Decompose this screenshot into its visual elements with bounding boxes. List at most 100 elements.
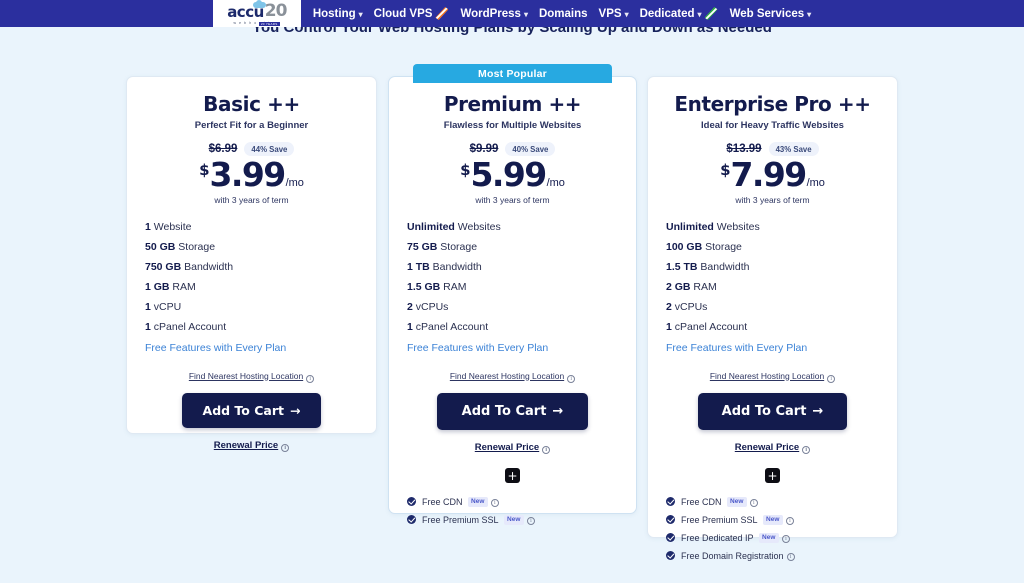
plan-name: Enterprise Pro ++ <box>674 92 871 116</box>
feature-list: Unlimited Websites 100 GB Storage 1.5 TB… <box>666 221 879 354</box>
find-nearest-location-label[interactable]: Find Nearest Hosting Location <box>189 371 303 381</box>
info-icon[interactable]: i <box>542 445 551 454</box>
check-icon <box>666 551 675 561</box>
old-price: $6.99 <box>208 143 238 155</box>
feature-item: 1 cPanel Account <box>145 321 227 334</box>
add-to-cart-button[interactable]: Add To Cart → <box>697 392 848 430</box>
info-icon[interactable]: i <box>490 498 499 507</box>
add-to-cart-label: Add To Cart <box>202 402 284 418</box>
feature-list: 1 Website 50 GB Storage 750 GB Bandwidth… <box>145 221 358 354</box>
feature-item: 1.5 GB RAM <box>407 281 467 294</box>
nav-item-label: Dedicated <box>639 7 695 20</box>
info-icon[interactable]: i <box>786 552 795 561</box>
add-to-cart-button[interactable]: Add To Cart → <box>181 392 322 428</box>
price-term: with 3 years of term <box>214 195 289 205</box>
save-badge: 44% Save <box>244 142 295 156</box>
nav-item-label: Cloud VPS <box>373 7 433 20</box>
feature-item: Unlimited Websites <box>407 221 501 233</box>
expand-features-button[interactable]: + <box>765 468 780 484</box>
nav-item-label: Hosting <box>312 7 356 20</box>
feature-item: 1 GB RAM <box>145 281 196 294</box>
price-amount: 7.99 <box>730 155 808 194</box>
currency-symbol: $ <box>199 161 210 179</box>
find-nearest-location[interactable]: Find Nearest Hosting Location i <box>145 371 358 383</box>
add-to-cart-label: Add To Cart <box>721 403 807 419</box>
nav-item-label: Web Services <box>729 7 805 20</box>
info-icon[interactable]: i <box>281 443 290 452</box>
info-icon[interactable]: i <box>785 516 794 525</box>
chevron-down-icon: ▾ <box>358 10 363 19</box>
info-icon[interactable]: i <box>802 445 811 454</box>
renewal-price-label[interactable]: Renewal Price <box>214 440 278 451</box>
plan-tagline: Flawless for Multiple Websites <box>443 120 582 131</box>
info-icon[interactable]: i <box>827 374 836 383</box>
expand-features-button[interactable]: + <box>505 468 520 484</box>
site-logo[interactable]: accu 20 w e b h o s t i n g 20 YEARS <box>212 0 301 27</box>
find-nearest-location[interactable]: Find Nearest Hosting Location i <box>666 371 879 383</box>
nav-item-hosting[interactable]: Hosting ▾ <box>313 8 363 20</box>
pricing-card-premium: Premium ++ Flawless for Multiple Website… <box>388 76 637 525</box>
feature-item: 1 cPanel Account <box>407 321 489 334</box>
top-navigation-bar: accu 20 w e b h o s t i n g 20 YEARS Hos… <box>0 0 1024 27</box>
feature-item: 750 GB Bandwidth <box>145 261 234 274</box>
info-icon[interactable]: i <box>526 516 535 525</box>
feature-item: 75 GB Storage <box>407 241 478 254</box>
free-features-link[interactable]: Free Features with Every Plan <box>407 342 618 354</box>
plan-name: Basic ++ <box>203 92 300 116</box>
old-price: $9.99 <box>469 143 499 155</box>
feature-item: 2 vCPUs <box>407 301 449 314</box>
free-item: Free Premium SSL New i <box>666 514 879 525</box>
ribbon-icon <box>435 7 448 20</box>
renewal-price-label[interactable]: Renewal Price <box>735 442 799 453</box>
feature-item: 1 vCPU <box>145 301 182 314</box>
renewal-price[interactable]: Renewal Price i <box>666 442 879 454</box>
chevron-down-icon: ▾ <box>807 10 812 19</box>
check-icon <box>666 497 675 507</box>
free-features-link[interactable]: Free Features with Every Plan <box>145 342 358 354</box>
add-to-cart-button[interactable]: Add To Cart → <box>436 392 589 430</box>
price-amount: 5.99 <box>470 155 548 194</box>
renewal-price-label[interactable]: Renewal Price <box>475 442 539 453</box>
feature-item: 2 vCPUs <box>666 301 708 314</box>
nav-item-wordpress[interactable]: WordPress ▾ <box>460 8 528 20</box>
free-item-label: Free CDN <box>422 496 463 507</box>
price-term: with 3 years of term <box>735 195 810 205</box>
price-period: /mo <box>285 177 304 189</box>
feature-item: 50 GB Storage <box>145 241 216 254</box>
info-icon[interactable]: i <box>749 498 758 507</box>
nav-item-web-services[interactable]: Web Services ▾ <box>730 8 812 20</box>
add-to-cart-label: Add To Cart <box>461 403 547 419</box>
free-items-list: Free CDN New i Free Premium SSL New i Fr… <box>648 496 897 583</box>
find-nearest-location-label[interactable]: Find Nearest Hosting Location <box>710 371 824 381</box>
save-badge: 43% Save <box>768 142 819 156</box>
arrow-right-icon: → <box>552 403 564 419</box>
renewal-price[interactable]: Renewal Price i <box>145 440 358 452</box>
save-badge: 40% Save <box>505 142 556 156</box>
renewal-price[interactable]: Renewal Price i <box>407 442 618 454</box>
nav-item-label: Domains <box>538 7 588 20</box>
feature-item: 1 Website <box>145 221 192 233</box>
nav-item-vps[interactable]: VPS ▾ <box>599 8 629 20</box>
currency-symbol: $ <box>720 161 731 179</box>
feature-item: 1 cPanel Account <box>666 321 748 334</box>
nav-item-label: WordPress <box>460 7 521 20</box>
feature-item: 1 TB Bandwidth <box>407 261 482 274</box>
nav-item-cloud-vps[interactable]: Cloud VPS <box>374 7 450 20</box>
plan-tagline: Perfect Fit for a Beginner <box>194 120 309 131</box>
free-item: Free Domain Registration i <box>666 551 879 561</box>
free-items-list: Free CDN New i Free Premium SSL New i <box>389 496 636 547</box>
find-nearest-location-label[interactable]: Find Nearest Hosting Location <box>450 371 564 381</box>
chevron-down-icon: ▾ <box>624 10 629 19</box>
new-badge: New <box>503 514 524 525</box>
price-period: /mo <box>806 177 825 189</box>
nav-item-dedicated[interactable]: Dedicated ▾ <box>640 7 719 20</box>
plan-name: Premium ++ <box>443 92 582 116</box>
price-amount: 3.99 <box>209 155 287 194</box>
free-features-link[interactable]: Free Features with Every Plan <box>666 342 879 354</box>
info-icon[interactable]: i <box>306 374 315 383</box>
info-icon[interactable]: i <box>781 534 790 543</box>
nav-item-domains[interactable]: Domains <box>539 8 588 20</box>
new-badge: New <box>726 496 747 507</box>
info-icon[interactable]: i <box>567 374 576 383</box>
find-nearest-location[interactable]: Find Nearest Hosting Location i <box>407 371 618 383</box>
